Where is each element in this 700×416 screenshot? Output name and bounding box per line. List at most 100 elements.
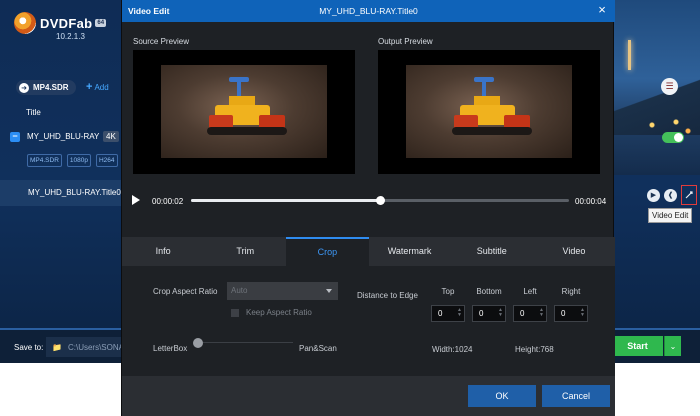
current-time: 00:00:02 [152,197,184,206]
frame-subject [207,77,287,138]
crop-aspect-ratio-label: Crop Aspect Ratio [153,287,218,296]
collapse-checkbox[interactable]: − [10,132,20,142]
title-name: MY_UHD_BLU-RAY.Title0 [28,188,121,197]
right-label: Right [561,287,581,296]
dvdfab-disc-icon [14,12,36,34]
tower-light [628,40,631,70]
tab-subtitle[interactable]: Subtitle [451,237,533,266]
tab-watermark[interactable]: Watermark [369,237,451,266]
profile-selector[interactable]: ➜ MP4.SDR [16,80,76,95]
play-icon[interactable] [132,195,140,205]
frame-part [207,127,287,135]
arrow-right-icon: ➜ [19,82,29,93]
dialog-subtitle: MY_UHD_BLU-RAY.Title0 [319,6,418,16]
crop-aspect-ratio-select[interactable]: Auto [227,282,338,300]
timeline-slider[interactable] [191,196,569,205]
toggle-switch[interactable] [662,132,684,143]
tab-crop[interactable]: Crop [286,237,369,266]
source-video-frame [161,65,327,158]
source-name: MY_UHD_BLU-RAY [27,132,100,141]
chevron-down-icon [326,289,332,293]
add-button[interactable]: + Add [86,81,109,93]
save-path-field[interactable]: 📁 C:\Users\SONA [46,337,124,357]
right-edge-value: 0 [561,309,566,318]
brand-name: DVDFab [40,15,93,31]
total-time: 00:00:04 [575,197,607,206]
tab-video[interactable]: Video [533,237,615,266]
source-tags: MP4.SDR 1080p H264 [27,154,118,167]
dialog-titlebar: Video Edit MY_UHD_BLU-RAY.Title0 × [122,0,615,22]
frame-part [237,79,241,97]
distance-to-edge-label: Distance to Edge [357,291,418,300]
top-edge-value: 0 [438,309,443,318]
video-edit-icon[interactable] [681,185,697,205]
spinner-icon[interactable]: ▲ ▼ [580,308,585,318]
start-button[interactable]: Start [612,336,663,356]
arch-badge: 64 [95,19,107,27]
source-row[interactable]: − MY_UHD_BLU-RAY 4K MP4.SDR 1080p H264 [0,124,121,174]
background-artwork [610,0,700,175]
resolution-badge: 4K [103,131,119,142]
edit-tabs: Info Trim Crop Watermark Subtitle Video [122,237,615,266]
start-dropdown-icon[interactable]: ⌄ [664,336,681,356]
frame-part [452,127,532,135]
top-edge-input[interactable]: 0 ▲ ▼ [431,305,465,322]
add-label: Add [94,83,109,92]
tab-trim[interactable]: Trim [204,237,286,266]
title-row[interactable]: MY_UHD_BLU-RAY.Title0 [0,180,121,206]
top-label: Top [441,287,455,296]
left-edge-input[interactable]: 0 ▲ ▼ [513,305,547,322]
resolution-tag[interactable]: 1080p [66,154,91,167]
menu-icon[interactable]: ☰ [661,78,678,95]
profile-label: MP4.SDR [33,83,69,92]
output-video-frame [406,65,572,158]
video-edit-tooltip: Video Edit [648,208,693,223]
play-icon[interactable]: ▶ [647,188,660,202]
checkbox-box[interactable] [231,308,239,317]
left-edge-value: 0 [520,309,525,318]
output-width-label: Width:1024 [432,345,473,354]
right-edge-input[interactable]: 0 ▲ ▼ [554,305,588,322]
title-column-header: Title [26,108,41,117]
frame-subject [452,77,532,138]
ok-button[interactable]: OK [468,385,536,407]
keep-aspect-ratio-label: Keep Aspect Ratio [246,308,312,317]
aspect-ratio-value: Auto [231,286,248,295]
cancel-button[interactable]: Cancel [542,385,610,407]
bottom-edge-value: 0 [479,309,484,318]
share-icon[interactable]: ❰ [664,188,677,202]
frame-part [482,79,486,97]
save-path-value: C:\Users\SONA [67,342,124,352]
format-tag[interactable]: MP4.SDR [27,154,62,167]
spinner-icon[interactable]: ▲ ▼ [539,308,544,318]
output-preview-label: Output Preview [378,37,433,46]
letterbox-label: LetterBox [153,344,188,353]
close-icon[interactable]: × [595,3,609,17]
output-preview [378,50,600,174]
keep-aspect-ratio-checkbox[interactable]: Keep Aspect Ratio [231,308,312,317]
bottom-label: Bottom [476,287,502,296]
dialog-footer: OK Cancel [122,376,615,416]
letterbox-panscan-slider[interactable] [198,342,293,343]
spinner-icon[interactable]: ▲ ▼ [498,308,503,318]
spinner-icon[interactable]: ▲ ▼ [457,308,462,318]
source-preview-label: Source Preview [133,37,190,46]
panscan-label: Pan&Scan [299,344,337,353]
video-edit-dialog: Video Edit MY_UHD_BLU-RAY.Title0 × Sourc… [121,0,615,416]
tab-info[interactable]: Info [122,237,204,266]
timeline-progress [191,199,380,202]
app-version: 10.2.1.3 [56,32,85,41]
crop-panel: Crop Aspect Ratio Auto Keep Aspect Ratio… [122,266,615,376]
source-preview [133,50,355,174]
row-actions: ▶ ❰ [647,185,697,205]
output-height-label: Height:768 [515,345,554,354]
timeline-handle[interactable] [376,196,385,205]
codec-tag[interactable]: H264 [95,154,118,167]
plus-icon: + [86,81,93,93]
letterbox-slider-handle[interactable] [193,338,203,348]
folder-icon[interactable]: 📁 [52,343,62,352]
left-label: Left [523,287,537,296]
save-to-label: Save to: [14,343,44,352]
bottom-edge-input[interactable]: 0 ▲ ▼ [472,305,506,322]
app-logo: DVDFab 64 [14,12,107,34]
